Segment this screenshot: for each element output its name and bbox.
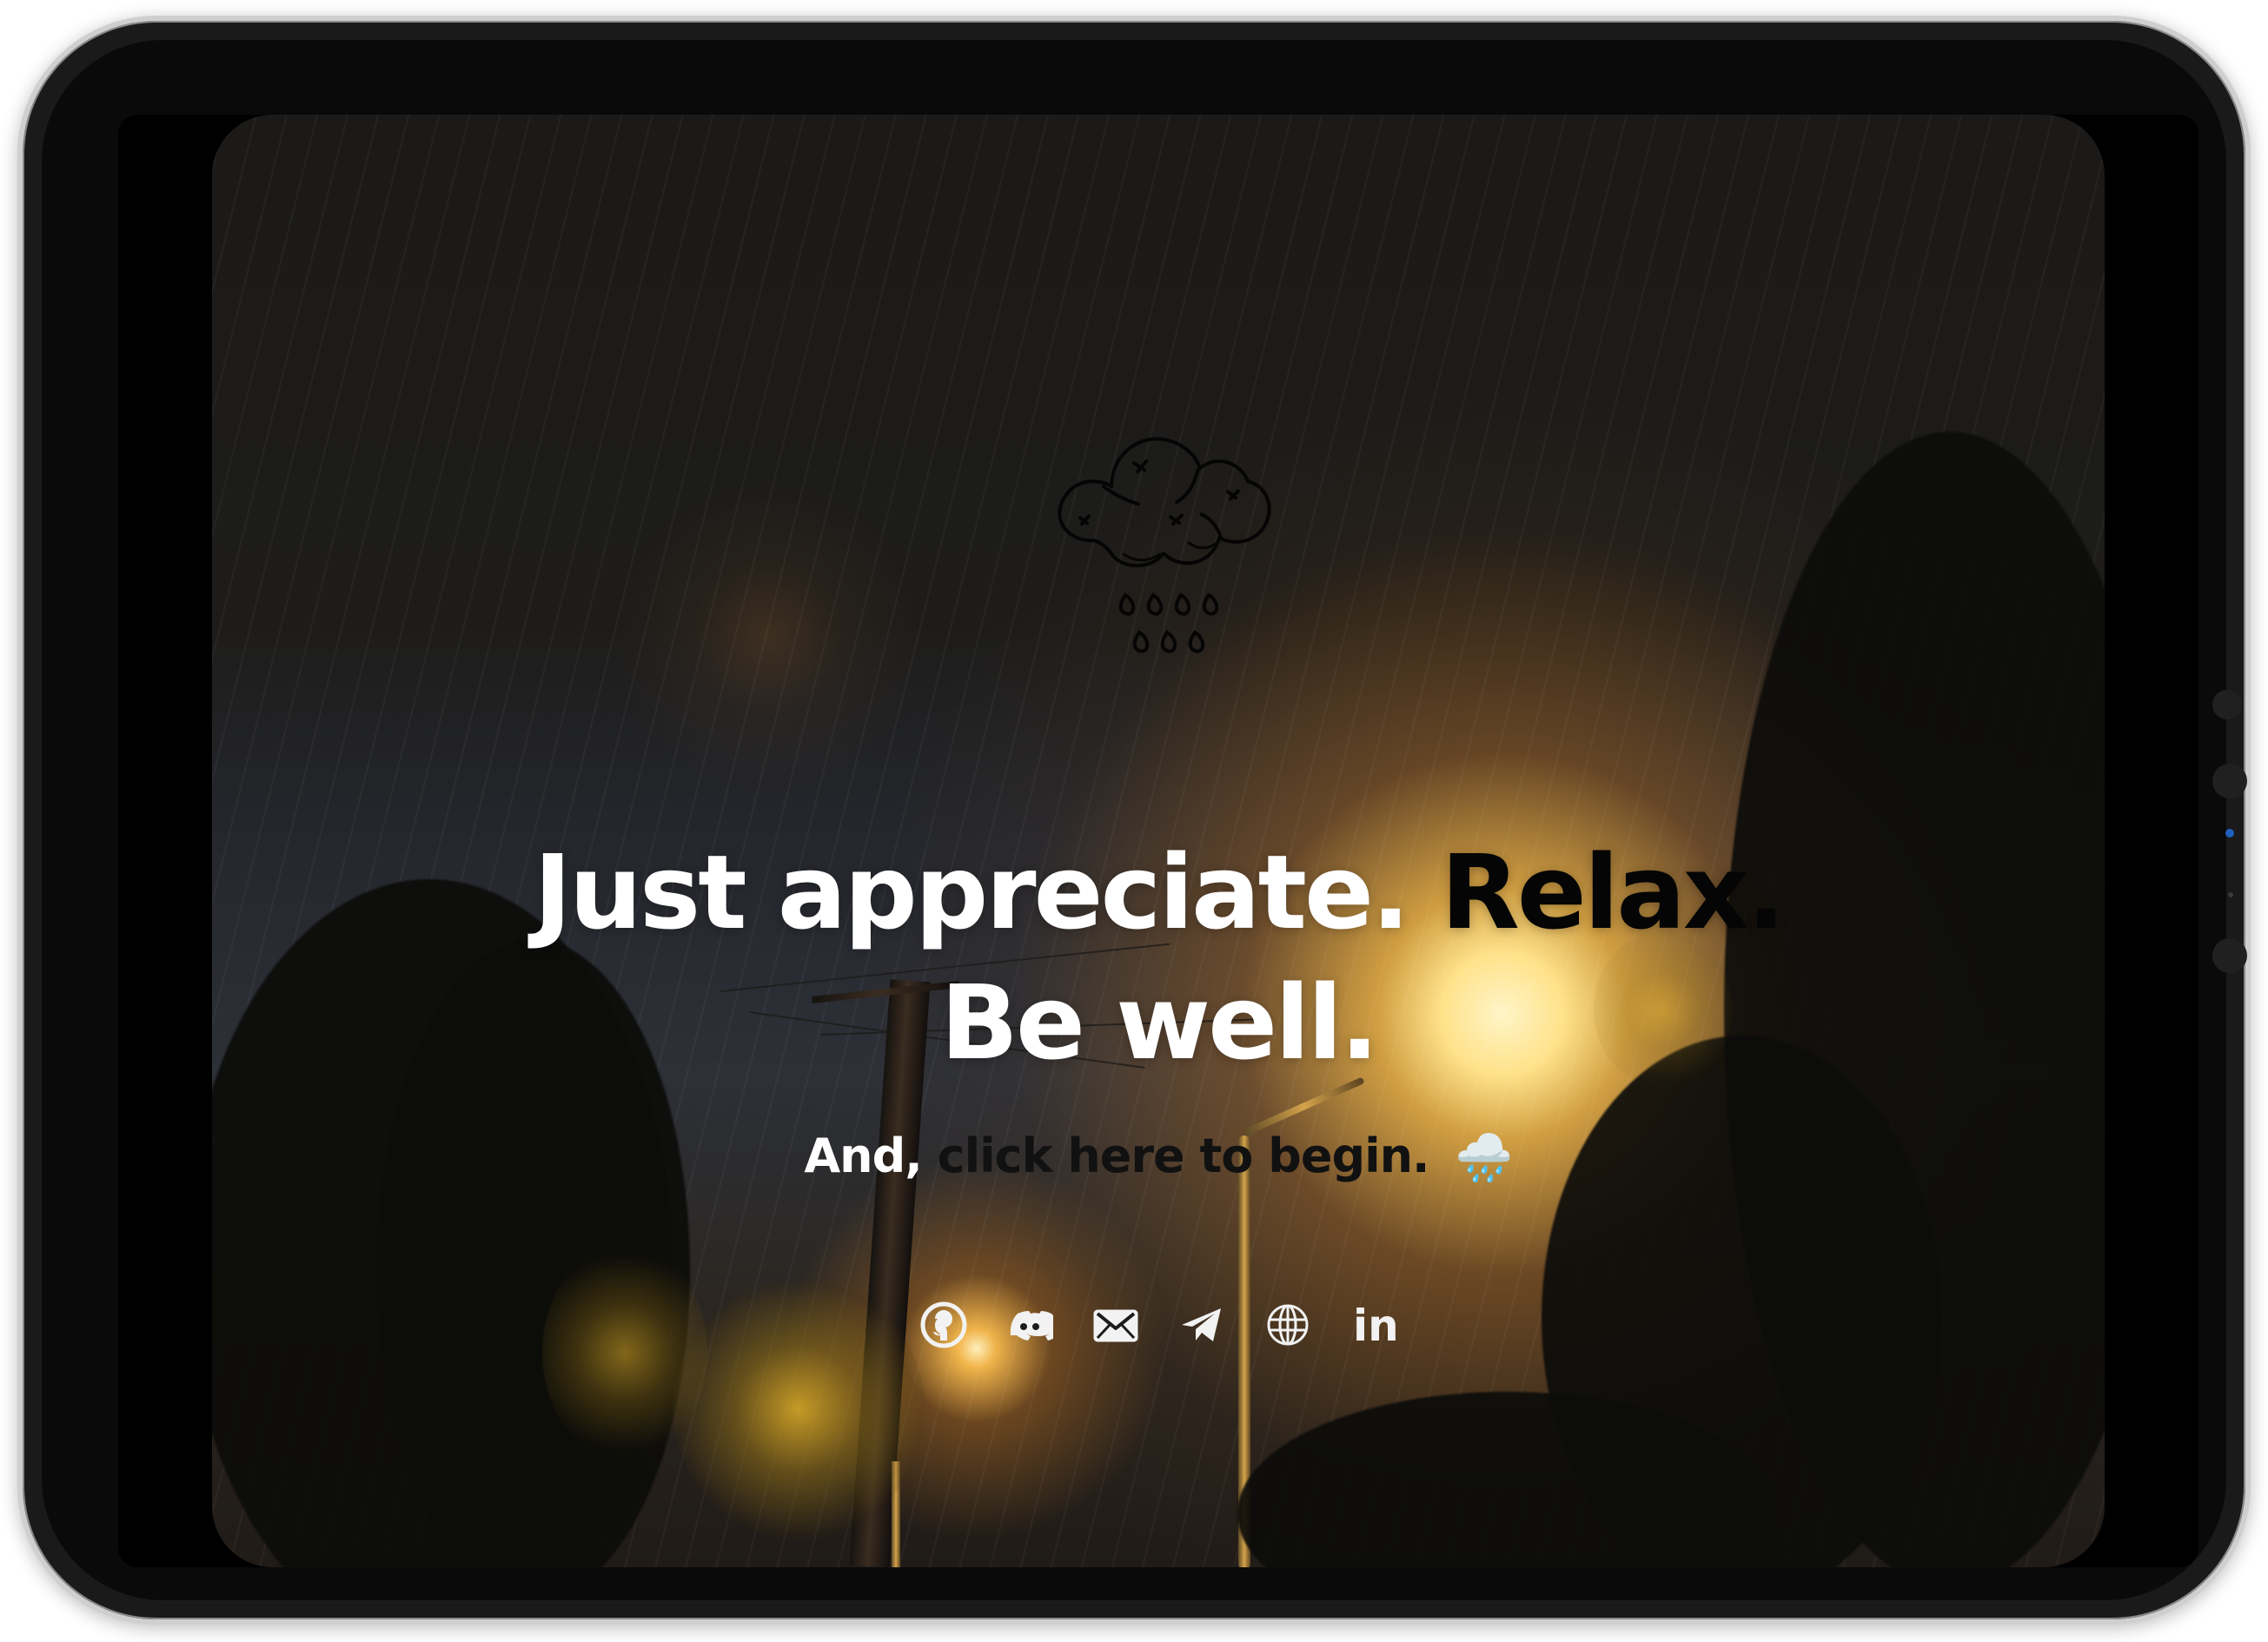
- globe-icon[interactable]: [1263, 1301, 1311, 1348]
- headline-relax: Relax.: [1440, 832, 1786, 952]
- camera-indicator: [2225, 829, 2234, 838]
- app-screen: Just appreciate. Relax. Be well. And, cl…: [118, 115, 2198, 1567]
- hero-headline: Just appreciate. Relax. Be well.: [118, 827, 2198, 1088]
- begin-link[interactable]: click here to begin.: [938, 1129, 1430, 1183]
- headline-be-well: Be well.: [940, 963, 1379, 1083]
- rain-cloud-emoji-icon: 🌧️: [1455, 1130, 1513, 1185]
- discord-icon[interactable]: [1005, 1301, 1053, 1348]
- begin-call-to-action: And, click here to begin. 🌧️: [118, 1129, 2198, 1185]
- linkedin-icon[interactable]: in: [1350, 1301, 1397, 1348]
- github-icon[interactable]: [919, 1301, 967, 1348]
- social-links: in: [118, 1301, 2198, 1348]
- volume-up-button: [2212, 690, 2242, 719]
- lit-tree-foliage: [542, 1244, 707, 1461]
- telegram-icon[interactable]: [1177, 1301, 1225, 1348]
- side-button: [2212, 938, 2247, 973]
- volume-down-button: [2212, 764, 2247, 798]
- email-icon[interactable]: [1091, 1301, 1139, 1348]
- headline-appreciate: Just appreciate.: [534, 832, 1410, 952]
- svg-text:in: in: [1353, 1301, 1397, 1348]
- rain-cloud-icon[interactable]: [1031, 412, 1288, 655]
- cta-prefix: And,: [804, 1129, 922, 1183]
- tablet-frame: Just appreciate. Relax. Be well. And, cl…: [17, 16, 2251, 1625]
- hero-section: Just appreciate. Relax. Be well. And, cl…: [118, 827, 2198, 1185]
- sensor-dot: [2228, 892, 2233, 897]
